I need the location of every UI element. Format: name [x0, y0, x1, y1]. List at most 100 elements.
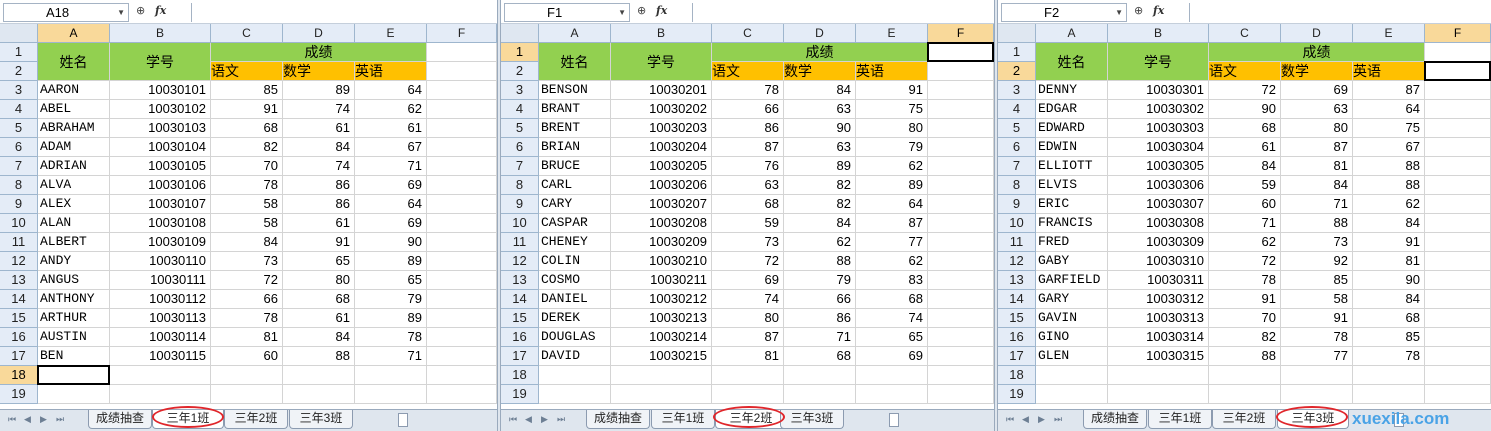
- student-id-cell[interactable]: 10030212: [611, 290, 712, 309]
- cell[interactable]: [1425, 195, 1491, 214]
- column-header[interactable]: A: [539, 24, 611, 43]
- student-id-cell[interactable]: 10030110: [110, 252, 211, 271]
- cell[interactable]: [1281, 366, 1353, 385]
- cell[interactable]: [1425, 176, 1491, 195]
- score-cell[interactable]: 90: [784, 119, 856, 138]
- row-header[interactable]: 4: [0, 100, 38, 119]
- cell[interactable]: [38, 385, 110, 404]
- score-cell[interactable]: 84: [283, 328, 355, 347]
- score-cell[interactable]: 88: [784, 252, 856, 271]
- last-sheet-icon[interactable]: ⏭: [1054, 414, 1062, 425]
- cell[interactable]: [1281, 385, 1353, 404]
- score-cell[interactable]: 78: [1353, 347, 1425, 366]
- sheet-tab[interactable]: 三年1班: [152, 410, 224, 429]
- score-cell[interactable]: 64: [1353, 100, 1425, 119]
- name-box-value[interactable]: F1: [547, 5, 562, 20]
- score-cell[interactable]: 62: [1209, 233, 1281, 252]
- cell[interactable]: [427, 385, 497, 404]
- score-cell[interactable]: 86: [283, 195, 355, 214]
- score-cell[interactable]: 66: [712, 100, 784, 119]
- row-header[interactable]: 13: [0, 271, 38, 290]
- score-cell[interactable]: 79: [856, 138, 928, 157]
- student-name-cell[interactable]: ELVIS: [1036, 176, 1108, 195]
- cell[interactable]: [283, 385, 355, 404]
- score-cell[interactable]: 64: [355, 195, 427, 214]
- name-box[interactable]: F1 ▼: [504, 3, 630, 22]
- score-cell[interactable]: 88: [1281, 214, 1353, 233]
- student-name-cell[interactable]: DOUGLAS: [539, 328, 611, 347]
- score-cell[interactable]: 89: [283, 81, 355, 100]
- cell[interactable]: [928, 214, 994, 233]
- row-header[interactable]: 18: [998, 366, 1036, 385]
- cell[interactable]: [928, 176, 994, 195]
- chevron-down-icon[interactable]: ▼: [1115, 4, 1123, 21]
- row-header[interactable]: 12: [501, 252, 539, 271]
- row-header[interactable]: 10: [998, 214, 1036, 233]
- cell[interactable]: [1209, 385, 1281, 404]
- score-cell[interactable]: 75: [1353, 119, 1425, 138]
- cell[interactable]: [355, 385, 427, 404]
- header-english-cell[interactable]: 英语: [1353, 62, 1425, 81]
- zoom-icon[interactable]: ⊕: [136, 4, 145, 17]
- student-id-cell[interactable]: 10030111: [110, 271, 211, 290]
- cell[interactable]: [1425, 271, 1491, 290]
- score-cell[interactable]: 66: [211, 290, 283, 309]
- select-all-corner[interactable]: [501, 24, 539, 43]
- first-sheet-icon[interactable]: ⏮: [8, 414, 16, 425]
- cell[interactable]: [427, 138, 497, 157]
- header-math-cell[interactable]: 数学: [1281, 62, 1353, 81]
- row-header[interactable]: 16: [501, 328, 539, 347]
- last-sheet-icon[interactable]: ⏭: [557, 414, 565, 425]
- score-cell[interactable]: 69: [1281, 81, 1353, 100]
- score-cell[interactable]: 74: [856, 309, 928, 328]
- score-cell[interactable]: 89: [355, 252, 427, 271]
- student-id-cell[interactable]: 10030104: [110, 138, 211, 157]
- column-header[interactable]: F: [1425, 24, 1491, 43]
- column-header[interactable]: D: [1281, 24, 1353, 43]
- score-cell[interactable]: 89: [355, 309, 427, 328]
- student-id-cell[interactable]: 10030103: [110, 119, 211, 138]
- row-header[interactable]: 8: [0, 176, 38, 195]
- student-id-cell[interactable]: 10030203: [611, 119, 712, 138]
- column-header[interactable]: E: [856, 24, 928, 43]
- cell[interactable]: [928, 252, 994, 271]
- student-id-cell[interactable]: 10030302: [1108, 100, 1209, 119]
- score-cell[interactable]: 72: [1209, 81, 1281, 100]
- row-header[interactable]: 13: [501, 271, 539, 290]
- sheet-tab[interactable]: 三年3班: [780, 410, 844, 429]
- score-cell[interactable]: 88: [1209, 347, 1281, 366]
- cell[interactable]: [427, 252, 497, 271]
- student-name-cell[interactable]: GLEN: [1036, 347, 1108, 366]
- score-cell[interactable]: 80: [712, 309, 784, 328]
- column-header[interactable]: E: [355, 24, 427, 43]
- column-header[interactable]: B: [1108, 24, 1209, 43]
- student-id-cell[interactable]: 10030201: [611, 81, 712, 100]
- score-cell[interactable]: 69: [355, 214, 427, 233]
- student-name-cell[interactable]: DENNY: [1036, 81, 1108, 100]
- sheet-tab[interactable]: 成绩抽查: [1083, 410, 1147, 429]
- score-cell[interactable]: 71: [1209, 214, 1281, 233]
- score-cell[interactable]: 83: [856, 271, 928, 290]
- student-name-cell[interactable]: CASPAR: [539, 214, 611, 233]
- student-id-cell[interactable]: 10030309: [1108, 233, 1209, 252]
- cell[interactable]: [427, 157, 497, 176]
- row-header[interactable]: 18: [501, 366, 539, 385]
- student-name-cell[interactable]: ERIC: [1036, 195, 1108, 214]
- fx-icon[interactable]: fx: [155, 4, 166, 17]
- name-box[interactable]: F2 ▼: [1001, 3, 1127, 22]
- student-id-cell[interactable]: 10030106: [110, 176, 211, 195]
- cell[interactable]: [427, 119, 497, 138]
- student-name-cell[interactable]: BRENT: [539, 119, 611, 138]
- score-cell[interactable]: 76: [712, 157, 784, 176]
- row-header[interactable]: 1: [0, 43, 38, 62]
- score-cell[interactable]: 78: [1281, 328, 1353, 347]
- name-box-value[interactable]: A18: [46, 5, 69, 20]
- formula-input[interactable]: [191, 3, 497, 22]
- student-name-cell[interactable]: GINO: [1036, 328, 1108, 347]
- score-cell[interactable]: 87: [712, 328, 784, 347]
- student-name-cell[interactable]: ALVA: [38, 176, 110, 195]
- student-id-cell[interactable]: 10030107: [110, 195, 211, 214]
- student-name-cell[interactable]: ALAN: [38, 214, 110, 233]
- score-cell[interactable]: 58: [211, 195, 283, 214]
- fx-icon[interactable]: fx: [656, 4, 667, 17]
